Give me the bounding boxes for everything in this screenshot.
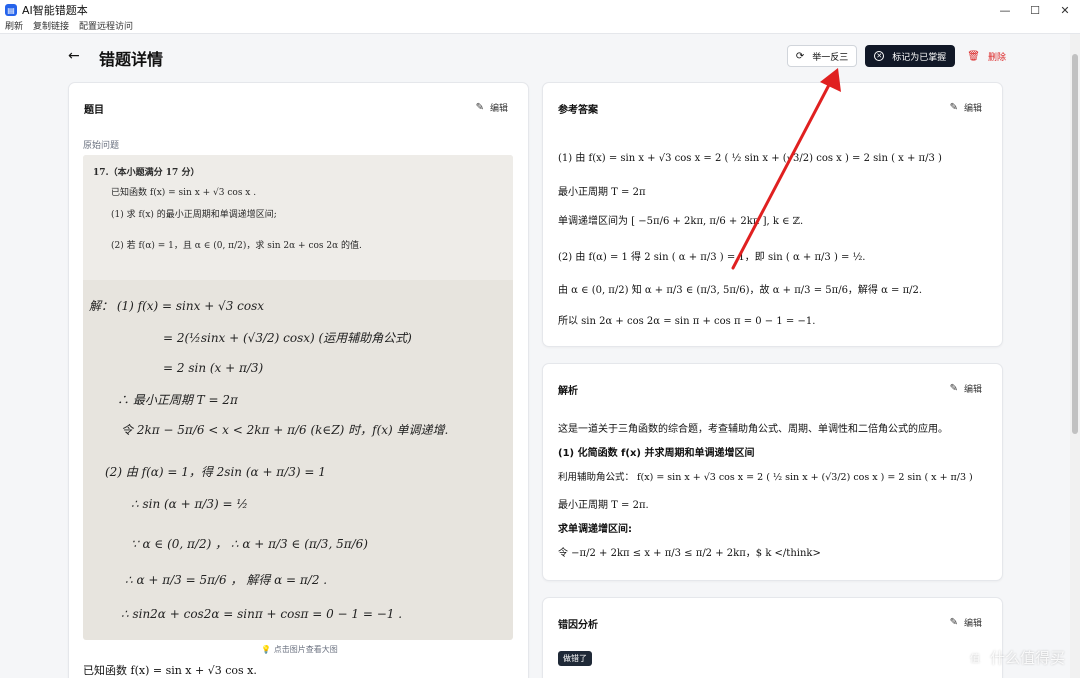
menu-refresh[interactable]: 刷新	[0, 20, 28, 33]
handwriting-line: ∴ sin (α + π/3) = ½	[131, 497, 249, 511]
question-part-2: (2) 若 f(α) = 1，且 α ∈ (0, π/2)，求 sin 2α +…	[111, 241, 362, 251]
analysis-edit-label: 编辑	[963, 385, 982, 395]
photo-hint: 💡 点击图片查看大图	[261, 645, 338, 654]
analysis-heading: 求单调递增区间:	[558, 524, 632, 535]
analysis-line: 这是一道关于三角函数的综合题，考查辅助角公式、周期、单调性和二倍角公式的应用。	[558, 424, 948, 435]
question-edit-label: 编辑	[489, 104, 508, 114]
delete-button[interactable]: 🗑 删除	[965, 45, 1008, 67]
window-title-bar: ▤ AI智能错题本 — ☐ ✕	[0, 0, 1080, 20]
window-controls: — ☐ ✕	[990, 0, 1080, 20]
menu-copy-link[interactable]: 复制链接	[28, 20, 74, 33]
analysis-card-title: 解析	[558, 386, 578, 397]
answer-edit-button[interactable]: ✎ 编辑	[950, 101, 982, 114]
handwriting-line: = 2 sin (x + π/3)	[163, 361, 264, 375]
question-part-1: (1) 求 f(x) 的最小正周期和单调递增区间;	[111, 210, 277, 220]
question-given: 已知函数 f(x) = sin x + √3 cos x .	[111, 188, 257, 198]
error-card-title: 错因分析	[558, 620, 598, 631]
handwriting-line: = 2(½sinx + (√3/2) cosx) (运用辅助角公式)	[163, 331, 412, 345]
similar-questions-label: 举一反三	[812, 52, 849, 63]
trash-icon: 🗑	[967, 50, 980, 62]
minimize-button[interactable]: —	[990, 0, 1020, 20]
watermark: 值 什么值得买	[964, 647, 1065, 668]
main-content: ← 错题详情 ⟳ 举一反三 ✕ 标记为已掌握 🗑 删除 题目 ✎ 编辑 原始问题	[0, 34, 1080, 678]
analysis-line: 利用辅助角公式： f(x) = sin x + √3 cos x = 2 ( ½…	[558, 472, 973, 483]
menu-bar: 刷新 复制链接 配置远程访问	[0, 20, 1080, 34]
handwriting-line: 解： (1) f(x) = sinx + √3 cosx	[89, 299, 265, 313]
watermark-logo-icon: 值	[964, 647, 985, 668]
edit-icon: ✎	[949, 617, 958, 628]
mark-mastered-button[interactable]: ✕ 标记为已掌握	[865, 45, 956, 67]
handwriting-line: ∴ sin2α + cos2α = sinπ + cosπ = 0 − 1 = …	[121, 607, 403, 621]
handwriting-line: 令 2kπ − 5π/6 < x < 2kπ + π/6 (k∈Z) 时，f(x…	[121, 423, 449, 437]
mark-mastered-label: 标记为已掌握	[892, 52, 947, 63]
question-text: 已知函数 f(x) = sin x + √3 cos x.	[83, 664, 257, 677]
close-button[interactable]: ✕	[1050, 0, 1080, 20]
question-card: 题目 ✎ 编辑 原始问题 17.（本小题满分 17 分） 已知函数 f(x) =…	[68, 82, 529, 678]
answer-line: (2) 由 f(α) = 1 得 2 sin ( α + π/3 ) = 1，即…	[558, 252, 866, 263]
answer-line: 所以 sin 2α + cos 2α = sin π + cos π = 0 −…	[558, 316, 816, 327]
scroll-thumb[interactable]	[1072, 54, 1078, 434]
answer-line: 最小正周期 T = 2π	[558, 187, 646, 198]
refresh-icon: ⟳	[795, 50, 805, 62]
handwriting-line: ∴ α + π/3 = 5π/6 ， 解得 α = π/2 .	[125, 573, 328, 587]
answer-line: 单调递增区间为 [ −5π/6 + 2kπ, π/6 + 2kπ ], k ∈ …	[558, 216, 804, 227]
answer-card: 参考答案 ✎ 编辑 (1) 由 f(x) = sin x + √3 cos x …	[542, 82, 1003, 347]
analysis-edit-button[interactable]: ✎ 编辑	[950, 382, 982, 395]
original-question-label: 原始问题	[83, 141, 120, 151]
analysis-card: 解析 ✎ 编辑 这是一道关于三角函数的综合题，考查辅助角公式、周期、单调性和二倍…	[542, 363, 1003, 581]
edit-icon: ✎	[949, 102, 958, 113]
delete-label: 删除	[987, 52, 1006, 63]
watermark-text: 什么值得买	[989, 649, 1065, 667]
answer-card-title: 参考答案	[558, 105, 598, 116]
answer-line: (1) 由 f(x) = sin x + √3 cos x = 2 ( ½ si…	[558, 153, 942, 164]
handwriting-line: (2) 由 f(α) = 1，得 2sin (α + π/3) = 1	[105, 465, 326, 479]
question-header: 17.（本小题满分 17 分）	[93, 168, 200, 178]
error-edit-label: 编辑	[963, 619, 982, 629]
window-title: AI智能错题本	[22, 4, 88, 17]
error-analysis-card: 错因分析 ✎ 编辑 做错了	[542, 597, 1003, 678]
edit-icon: ✎	[475, 102, 484, 113]
similar-questions-button[interactable]: ⟳ 举一反三	[786, 45, 858, 67]
error-tag-badge: 做错了	[558, 651, 592, 666]
answer-line: 由 α ∈ (0, π/2) 知 α + π/3 ∈ (π/3, 5π/6)，故…	[558, 285, 923, 296]
question-photo[interactable]: 17.（本小题满分 17 分） 已知函数 f(x) = sin x + √3 c…	[83, 155, 513, 640]
answer-edit-label: 编辑	[963, 104, 982, 114]
analysis-line: 最小正周期 T = 2π.	[558, 500, 649, 511]
error-edit-button[interactable]: ✎ 编辑	[950, 616, 982, 629]
app-logo-icon: ▤	[5, 4, 17, 16]
close-circle-icon: ✕	[874, 51, 885, 61]
maximize-button[interactable]: ☐	[1020, 0, 1050, 20]
scrollbar[interactable]	[1070, 34, 1080, 678]
question-edit-button[interactable]: ✎ 编辑	[476, 101, 508, 114]
page-title: 错题详情	[99, 50, 164, 69]
header-actions: ⟳ 举一反三 ✕ 标记为已掌握 🗑 删除	[786, 45, 1008, 67]
page-header: ← 错题详情 ⟳ 举一反三 ✕ 标记为已掌握 🗑 删除	[68, 44, 1008, 70]
edit-icon: ✎	[949, 383, 958, 394]
question-card-title: 题目	[84, 105, 104, 116]
handwriting-line: ∴ 最小正周期 T = 2π	[117, 393, 238, 407]
menu-remote-access[interactable]: 配置远程访问	[74, 20, 138, 33]
analysis-line: 令 −π/2 + 2kπ ≤ x + π/3 ≤ π/2 + 2kπ，$ k <…	[558, 548, 821, 559]
analysis-heading: (1) 化简函数 f(x) 并求周期和单调递增区间	[558, 448, 755, 459]
back-arrow-icon[interactable]: ←	[68, 48, 80, 64]
handwriting-line: ∵ α ∈ (0, π/2) ， ∴ α + π/3 ∈ (π/3, 5π/6)	[131, 537, 368, 551]
